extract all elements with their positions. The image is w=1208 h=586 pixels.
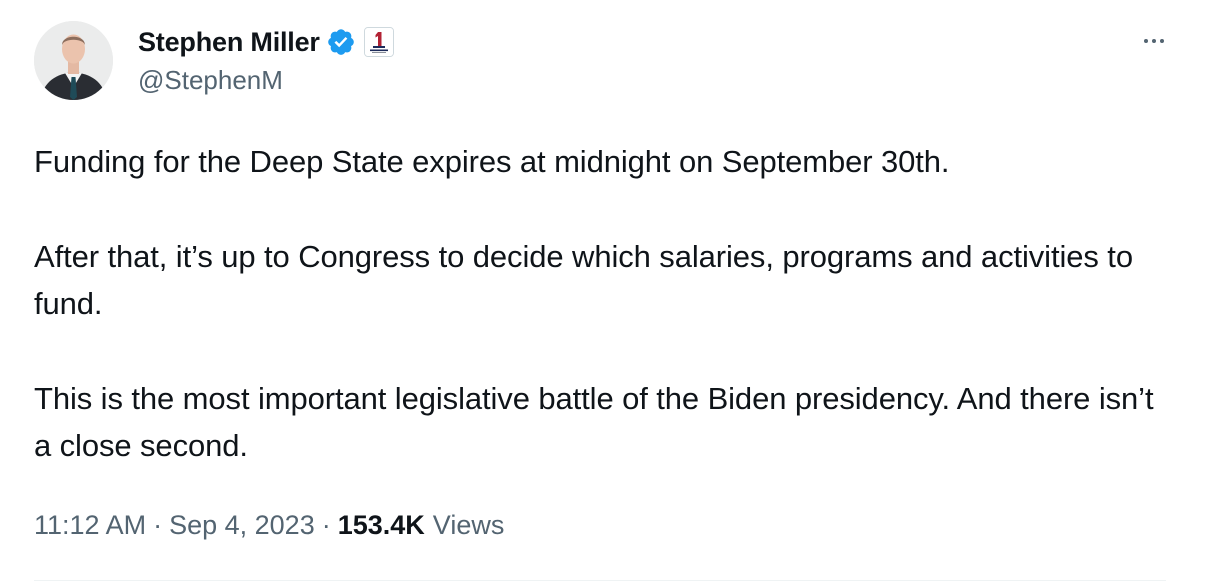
author-handle[interactable]: @StephenM <box>138 65 394 96</box>
meta-separator: · <box>321 510 331 540</box>
tweet-time[interactable]: 11:12 AM <box>34 510 146 541</box>
avatar[interactable] <box>34 21 113 100</box>
tweet-paragraph: Funding for the Deep State expires at mi… <box>34 144 950 179</box>
more-horizontal-icon[interactable] <box>1134 29 1174 53</box>
divider <box>34 580 1166 581</box>
avatar-photo <box>34 21 113 100</box>
meta-separator: · <box>153 510 163 540</box>
more-dot <box>1144 39 1148 43</box>
display-name[interactable]: Stephen Miller <box>138 27 320 58</box>
views-label: Views <box>432 510 505 540</box>
tweet-text: Funding for the Deep State expires at mi… <box>34 138 1174 469</box>
tweet-header: Stephen Miller @StephenM <box>34 21 1174 101</box>
name-row: Stephen Miller <box>138 23 394 61</box>
tweet-paragraph: After that, it’s up to Congress to decid… <box>34 239 1133 321</box>
author-names: Stephen Miller @StephenM <box>138 23 394 96</box>
views-count[interactable]: 153.4K <box>338 510 425 541</box>
tweet-paragraph: This is the most important legislative b… <box>34 381 1154 463</box>
more-dot <box>1152 39 1156 43</box>
tweet-card: Stephen Miller @StephenM Funding for the… <box>0 0 1208 586</box>
tweet-date[interactable]: Sep 4, 2023 <box>169 510 315 541</box>
verified-badge-icon[interactable] <box>326 27 356 57</box>
more-dot <box>1160 39 1164 43</box>
affiliate-badge-icon[interactable] <box>363 27 394 57</box>
tweet-meta: 11:12 AM · Sep 4, 2023 · 153.4K Views <box>34 510 504 541</box>
